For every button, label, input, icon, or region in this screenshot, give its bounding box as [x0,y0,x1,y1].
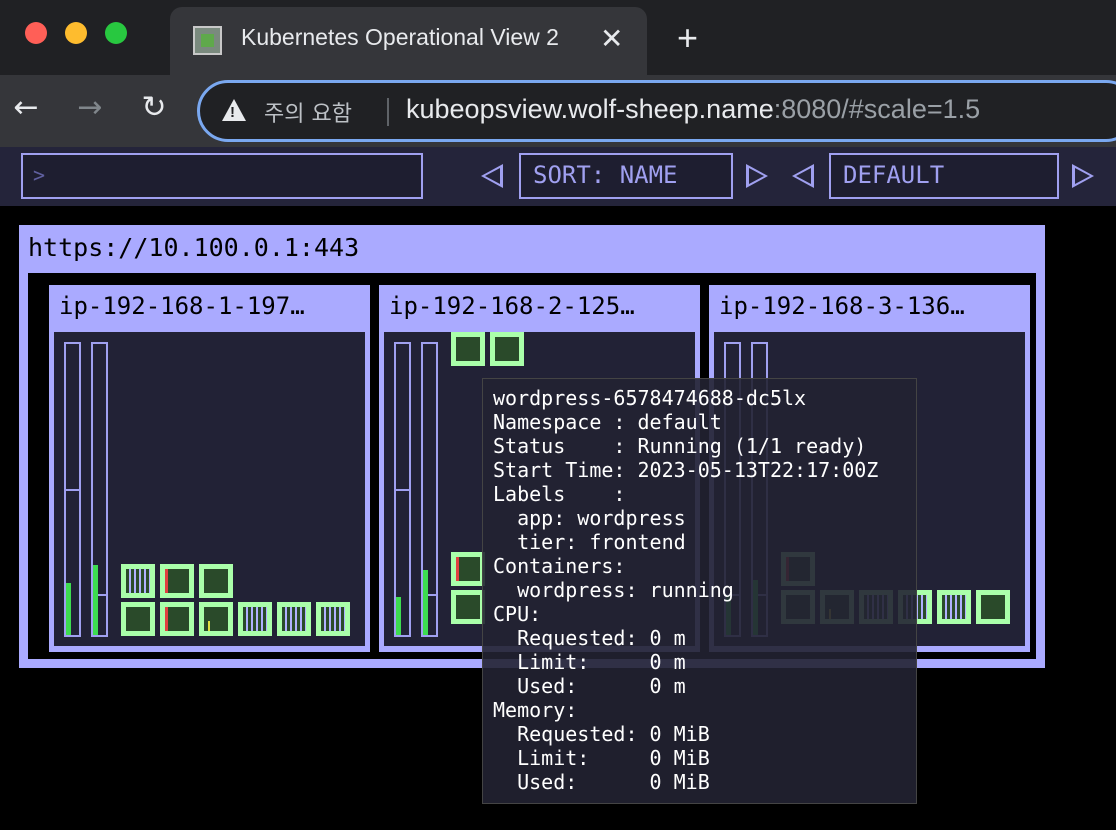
pod[interactable] [121,564,155,598]
tooltip-line: app: wordpress [493,506,686,530]
cpu-usage-fill [66,583,71,635]
browser-tab[interactable]: Kubernetes Operational View 2 ✕ [170,7,647,75]
pod[interactable] [160,602,194,636]
cpu-usage-bar [394,342,411,637]
pod[interactable] [451,552,485,586]
tooltip-line: tier: frontend [493,530,686,554]
tooltip-line: Requested: 0 MiB [493,722,710,746]
tooltip-line: Requested: 0 m [493,626,686,650]
filter-input[interactable]: > [21,153,423,199]
tab-close-icon[interactable]: ✕ [600,23,623,55]
tab-title: Kubernetes Operational View 2 [241,24,559,50]
pod[interactable] [277,602,311,636]
tooltip-line: Labels : [493,482,626,506]
node-name: ip-192-168-3-136… [719,292,965,320]
new-tab-button[interactable]: + [677,20,698,56]
url-text[interactable]: kubeopsview.wolf-sheep.name:8080/#scale=… [406,94,980,125]
pod[interactable] [238,602,272,636]
namespace-next-arrow-icon[interactable] [1072,164,1094,188]
pod[interactable] [451,590,485,624]
tooltip-line: Limit: 0 m [493,650,686,674]
node-name: ip-192-168-1-197… [59,292,305,320]
url-port-path: :8080/#scale=1.5 [773,94,981,124]
forward-arrow-icon[interactable]: → [74,92,106,124]
pod[interactable] [937,590,971,624]
address-bar[interactable]: ! 주의 요함 kubeopsview.wolf-sheep.name:8080… [197,80,1116,142]
cluster-title: https://10.100.0.1:443 [28,233,360,262]
cpu-usage-fill [396,597,401,635]
tooltip-line: Start Time: 2023-05-13T22:17:00Z [493,458,879,482]
node-body [54,332,365,646]
pod[interactable] [199,564,233,598]
tooltip-line: Limit: 0 MiB [493,746,710,770]
memory-usage-fill [423,570,428,635]
reload-icon[interactable]: ↻ [138,92,170,124]
pod-tooltip: wordpress-6578474688-dc5lx Namespace : d… [482,378,917,804]
pod[interactable] [121,602,155,636]
warning-icon-mark: ! [230,104,235,121]
node-card[interactable]: ip-192-168-1-197… [49,285,370,652]
namespace-prev-arrow-icon[interactable] [792,164,814,188]
cpu-usage-bar [64,342,81,637]
sort-selector[interactable]: SORT: NAME [519,153,733,199]
pod[interactable] [199,602,233,636]
memory-usage-bar [421,342,438,637]
browser-toolbar: ← → ↻ ! 주의 요함 kubeopsview.wolf-sheep.nam… [0,75,1116,147]
kube-ops-view-favicon-icon [193,26,222,55]
window-minimize-button[interactable] [65,22,87,44]
security-warning-text[interactable]: 주의 요함 [264,96,352,128]
sort-next-arrow-icon[interactable] [746,164,768,188]
memory-usage-fill [93,565,98,635]
pod[interactable] [490,332,524,366]
window-close-button[interactable] [25,22,47,44]
sort-prev-arrow-icon[interactable] [481,164,503,188]
pod[interactable] [160,564,194,598]
tooltip-line: wordpress: running [493,578,734,602]
pod[interactable] [976,590,1010,624]
tooltip-line: Containers: [493,554,626,578]
pod[interactable] [451,332,485,366]
node-name: ip-192-168-2-125… [389,292,635,320]
tooltip-line: Namespace : default [493,410,722,434]
tooltip-line: Used: 0 MiB [493,770,710,794]
tooltip-line: Used: 0 m [493,674,686,698]
bar-marker [396,489,409,491]
browser-tab-bar: Kubernetes Operational View 2 ✕ + [0,0,1116,75]
pod[interactable] [316,602,350,636]
tooltip-pod-name: wordpress-6578474688-dc5lx [493,386,807,410]
tooltip-line: Status : Running (1/1 ready) [493,434,867,458]
tooltip-line: CPU: [493,602,542,626]
app-header: > SORT: NAME DEFAULT [0,147,1116,206]
window-maximize-button[interactable] [105,22,127,44]
address-separator [387,98,389,126]
tooltip-line: Memory: [493,698,578,722]
namespace-selector[interactable]: DEFAULT [829,153,1059,199]
url-host: kubeopsview.wolf-sheep.name [406,94,774,124]
back-arrow-icon[interactable]: ← [10,92,42,124]
bar-marker [66,489,79,491]
memory-usage-bar [91,342,108,637]
